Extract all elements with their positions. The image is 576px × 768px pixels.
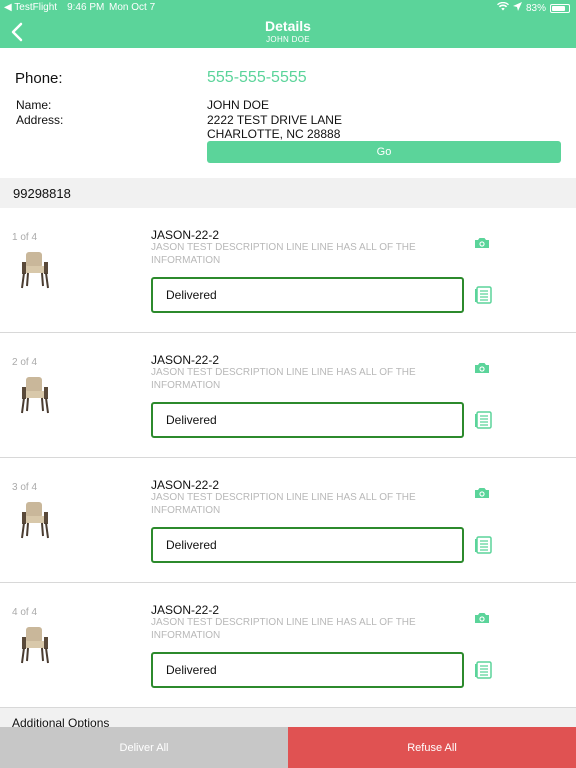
battery-level-fill xyxy=(552,5,566,11)
address-label: Address: xyxy=(16,113,64,127)
chair-icon xyxy=(18,500,52,540)
item-counter: 4 of 4 xyxy=(12,607,38,618)
list-item: 3 of 4 JASON-22-2 JASON TEST DESCRIPTION… xyxy=(0,458,576,583)
list-icon[interactable] xyxy=(474,536,492,554)
delivery-status-field[interactable]: Delivered xyxy=(151,652,464,688)
list-icon[interactable] xyxy=(474,411,492,429)
list-icon[interactable] xyxy=(474,661,492,679)
item-list: 1 of 4 JASON-22-2 JASON TEST DESCRIPTION… xyxy=(0,208,576,708)
battery-percent: 83% xyxy=(525,2,546,14)
customer-name: JOHN DOE xyxy=(207,98,270,112)
status-date: Mon Oct 7 xyxy=(109,2,156,13)
name-label: Name: xyxy=(16,98,52,112)
chair-icon xyxy=(18,375,52,415)
page-subtitle: JOHN DOE xyxy=(266,35,310,44)
customer-info: Phone: 555-555-5555 Name: JOHN DOE Addre… xyxy=(0,48,576,178)
deliver-all-button[interactable]: Deliver All xyxy=(0,727,288,768)
list-icon[interactable] xyxy=(474,286,492,304)
status-bar: ◀ TestFlight 9:46 PM Mon Oct 7 83% xyxy=(0,0,576,16)
battery-icon xyxy=(550,3,570,13)
item-description: JASON TEST DESCRIPTION LINE LINE HAS ALL… xyxy=(151,242,416,266)
phone-label: Phone: xyxy=(15,70,63,87)
camera-icon[interactable] xyxy=(474,236,492,250)
item-counter: 2 of 4 xyxy=(12,357,38,368)
list-item: 4 of 4 JASON-22-2 JASON TEST DESCRIPTION… xyxy=(0,583,576,708)
order-number-header: 99298818 xyxy=(0,178,576,208)
footer-actions: Deliver All Refuse All xyxy=(0,727,576,768)
delivery-status-field[interactable]: Delivered xyxy=(151,402,464,438)
item-description: JASON TEST DESCRIPTION LINE LINE HAS ALL… xyxy=(151,492,416,516)
item-counter: 3 of 4 xyxy=(12,482,38,493)
refuse-all-button[interactable]: Refuse All xyxy=(288,727,576,768)
camera-icon[interactable] xyxy=(474,611,492,625)
back-to-app-label[interactable]: ◀ TestFlight xyxy=(4,2,57,13)
chair-icon xyxy=(18,625,52,665)
camera-icon[interactable] xyxy=(474,486,492,500)
location-arrow-icon xyxy=(512,2,522,14)
item-name: JASON-22-2 xyxy=(151,603,220,617)
order-number: 99298818 xyxy=(13,186,71,201)
item-name: JASON-22-2 xyxy=(151,228,220,242)
address-line-1: 2222 TEST DRIVE LANE xyxy=(207,113,342,127)
address-line-2: CHARLOTTE, NC 28888 xyxy=(207,127,341,141)
list-item: 1 of 4 JASON-22-2 JASON TEST DESCRIPTION… xyxy=(0,208,576,333)
navigation-bar: Details JOHN DOE xyxy=(0,16,576,48)
list-item: 2 of 4 JASON-22-2 JASON TEST DESCRIPTION… xyxy=(0,333,576,458)
additional-options-header: Additional Options xyxy=(0,708,576,730)
item-description: JASON TEST DESCRIPTION LINE LINE HAS ALL… xyxy=(151,617,416,641)
status-time: 9:46 PM xyxy=(67,2,105,13)
go-button[interactable]: Go xyxy=(207,141,561,163)
item-name: JASON-22-2 xyxy=(151,478,220,492)
item-name: JASON-22-2 xyxy=(151,353,220,367)
phone-number-link[interactable]: 555-555-5555 xyxy=(207,69,307,87)
wifi-icon xyxy=(496,1,509,14)
camera-icon[interactable] xyxy=(474,361,492,375)
chair-icon xyxy=(18,250,52,290)
page-title: Details xyxy=(265,18,311,34)
item-counter: 1 of 4 xyxy=(12,232,38,243)
delivery-status-field[interactable]: Delivered xyxy=(151,527,464,563)
delivery-status-field[interactable]: Delivered xyxy=(151,277,464,313)
item-description: JASON TEST DESCRIPTION LINE LINE HAS ALL… xyxy=(151,367,416,391)
